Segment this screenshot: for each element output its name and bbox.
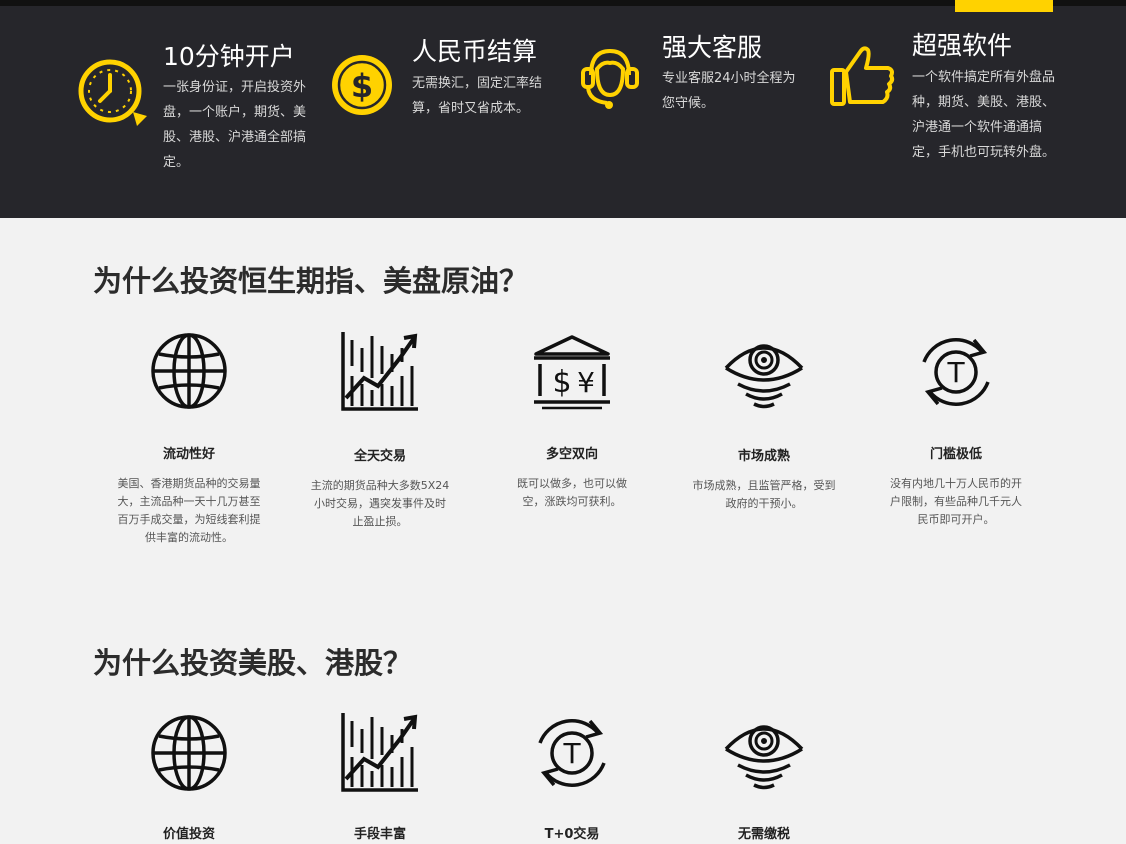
reason-desc: 市场成熟，且监管严格，受到政府的干预小。 [692, 479, 836, 510]
features-banner: 10分钟开户 一张身份证，开启投资外盘，一个账户，期货、美股、港股、沪港通全部搞… [0, 0, 1126, 218]
feature-title: 超强软件 [912, 31, 1013, 60]
feature-desc: 专业客服24小时全程为您守候。 [662, 71, 796, 111]
feature-title: 强大客服 [662, 33, 763, 62]
reason-title: 多空双向 [545, 447, 598, 462]
globe-icon [151, 333, 227, 409]
feature-title: 10分钟开户 [163, 42, 295, 71]
reason-title: 价值投资 [162, 827, 215, 842]
reason-tax-free: 无需缴税 [674, 717, 854, 842]
reason-title: 门槛极低 [929, 447, 982, 462]
reason-title: 市场成熟 [737, 449, 790, 464]
reason-liquidity: 流动性好 美国、香港期货品种的交易量大，主流品种一天十几万甚至百万手成交量，为短… [99, 330, 279, 547]
reason-desc: 没有内地几十万人民币的开户限制，有些品种几千元人民币即可开户。 [890, 477, 1022, 526]
svg-text:$: $ [552, 365, 571, 400]
headset-agent-icon [581, 48, 639, 109]
reason-desc: 美国、香港期货品种的交易量大，主流品种一天十几万甚至百万手成交量，为短线套利提供… [117, 477, 261, 544]
section-title-index-futures: 为什么投资恒生期指、美盘原油？ [93, 264, 529, 298]
reason-all-day-trading: 全天交易 主流的期货品种大多数5X24小时交易，遇突发事件及时止盈止损。 [290, 332, 470, 531]
feature-desc: 一个软件搞定所有外盘品种，期货、美股、港股、沪港通一个软件通通搞定，手机也可玩转… [912, 70, 1056, 160]
section-title-stocks: 为什么投资美股、港股？ [93, 646, 413, 680]
reason-mature-market: 市场成熟 市场成熟，且监管严格，受到政府的干预小。 [674, 336, 854, 513]
t-plus-zero-icon: T [922, 338, 990, 406]
svg-text:¥: ¥ [577, 366, 595, 399]
currency-exchange-icon: $ ¥ [534, 335, 610, 410]
reason-title: 全天交易 [353, 449, 406, 464]
reason-low-threshold: T 门槛极低 没有内地几十万人民币的开户限制，有些品种几千元人民币即可开户。 [866, 334, 1046, 529]
reason-title: T+0交易 [544, 827, 600, 842]
eye-icon [724, 725, 804, 790]
feature-title: 人民币结算 [412, 37, 538, 66]
clock-icon [78, 59, 147, 126]
thumbs-up-icon [830, 46, 895, 106]
accent-tab [955, 0, 1053, 12]
svg-text:$: $ [351, 67, 373, 105]
globe-icon [151, 715, 227, 791]
dollar-coin-icon: $ [332, 55, 392, 115]
chart-growth-icon [341, 713, 418, 792]
svg-text:T: T [562, 737, 581, 770]
reason-rich-means: 手段丰富 [290, 713, 470, 842]
reason-two-way: $ ¥ 多空双向 既可以做多，也可以做空，涨跌均可获利。 [482, 334, 662, 511]
reason-t-plus-zero: T T+0交易 [482, 715, 662, 842]
reason-desc: 既可以做多，也可以做空，涨跌均可获利。 [517, 477, 627, 508]
reason-title: 流动性好 [162, 447, 215, 462]
reason-title: 手段丰富 [353, 827, 406, 842]
chart-growth-icon [341, 332, 418, 411]
svg-text:T: T [946, 356, 965, 389]
reason-desc: 主流的期货品种大多数5X24小时交易，遇突发事件及时止盈止损。 [310, 479, 450, 528]
t-plus-zero-icon: T [538, 719, 606, 787]
feature-desc: 一张身份证，开启投资外盘，一个账户，期货、美股、港股、沪港通全部搞定。 [163, 80, 307, 170]
reason-title: 无需缴税 [737, 827, 790, 842]
eye-icon [724, 344, 804, 409]
feature-desc: 无需换汇，固定汇率结算，省时又省成本。 [412, 76, 543, 116]
reason-value-investing: 价值投资 [99, 712, 279, 842]
